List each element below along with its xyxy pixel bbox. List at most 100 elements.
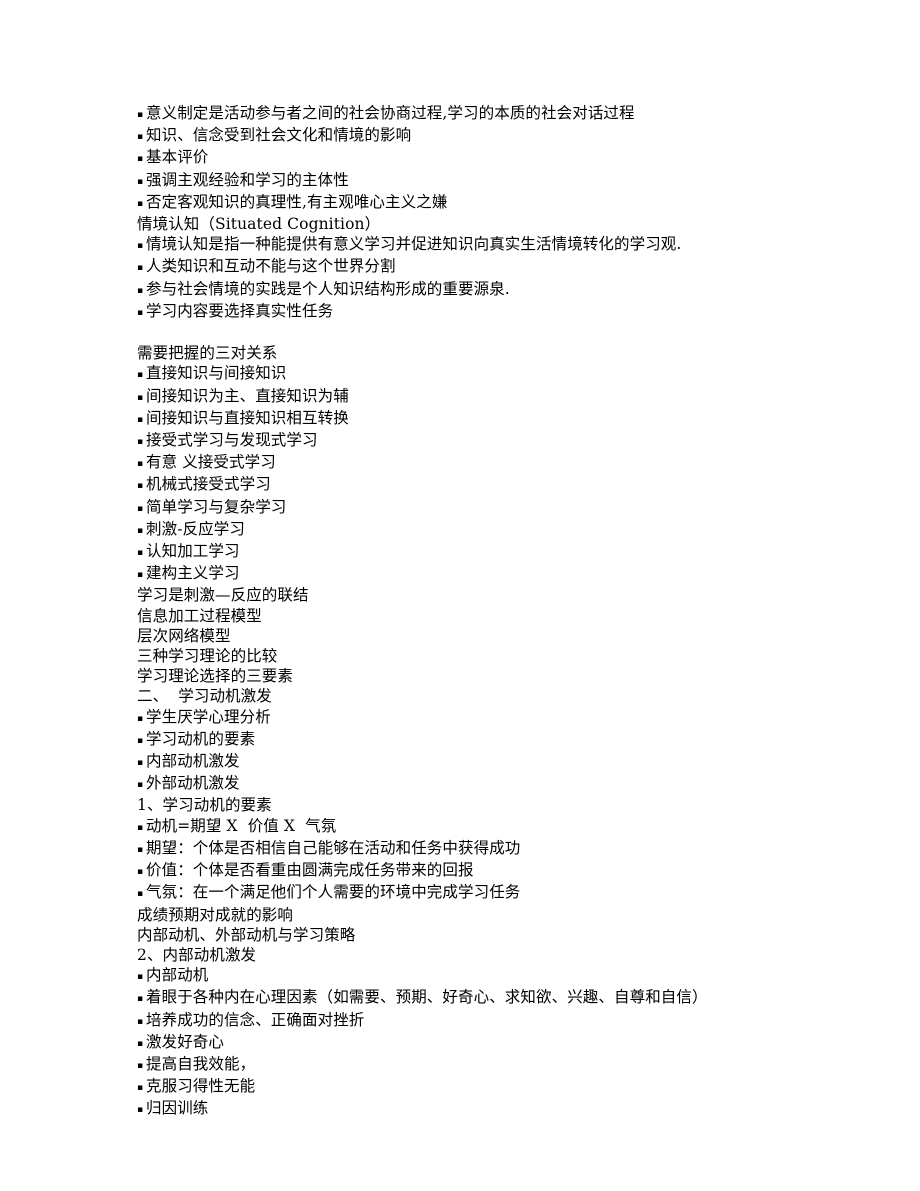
- bullet-marker-icon: ▪: [137, 198, 144, 209]
- line-text: 信息加工过程模型: [137, 606, 262, 625]
- bullet-marker-icon: ▪: [137, 132, 144, 143]
- line-text: 着眼于各种内在心理因素（如需要、预期、好奇心、求知欲、兴趣、自尊和自信）: [146, 988, 708, 1007]
- text-line: 三种学习理论的比较: [137, 646, 880, 666]
- bullet-line: ▪ 学习动机的要素: [137, 729, 880, 751]
- bullet-line: ▪ 归因训练: [137, 1098, 880, 1120]
- line-text: 意义制定是活动参与者之间的社会协商过程,学习的本质的社会对话过程: [146, 104, 635, 122]
- bullet-line: ▪ 情境认知是指一种能提供有意义学习并促进知识向真实生活情境转化的学习观.: [137, 234, 880, 256]
- line-text: 动机=期望 X 价值 X 气氛: [146, 816, 337, 835]
- bullet-marker-icon: ▪: [137, 110, 144, 120]
- bullet-line: ▪ 外部动机激发: [137, 773, 880, 795]
- bullet-line: ▪ 强调主观经验和学习的主体性: [137, 170, 880, 192]
- line-text: 提高自我效能，: [146, 1054, 256, 1073]
- text-line: 2、内部动机激发: [137, 945, 880, 965]
- line-text: 克服习得性无能: [146, 1077, 256, 1096]
- bullet-marker-icon: ▪: [137, 176, 144, 187]
- bullet-marker-icon: ▪: [137, 481, 144, 492]
- text-line: 1、学习动机的要素: [137, 795, 880, 815]
- bullet-line: ▪ 知识、信念受到社会文化和情境的影响: [137, 125, 880, 147]
- bullet-line: ▪ 提高自我效能，: [137, 1054, 880, 1076]
- line-text: 归因训练: [146, 1099, 209, 1118]
- bullet-marker-icon: ▪: [137, 1083, 144, 1094]
- bullet-line: ▪ 有意 义接受式学习: [137, 452, 880, 474]
- line-text: 否定客观知识的真理性,有主观唯心主义之嫌: [146, 192, 448, 211]
- bullet-line: ▪ 内部动机激发: [137, 751, 880, 773]
- bullet-line: ▪ 气氛：在一个满足他们个人需要的环境中完成学习任务: [137, 882, 880, 904]
- line-text: 机械式接受式学习: [146, 475, 271, 494]
- bullet-marker-icon: ▪: [137, 307, 144, 318]
- line-text: 人类知识和互动不能与这个世界分割: [146, 257, 396, 276]
- bullet-line: ▪ 否定客观知识的真理性,有主观唯心主义之嫌: [137, 192, 880, 214]
- bullet-line: ▪ 培养成功的信念、正确面对挫折: [137, 1010, 880, 1032]
- line-text: 价值：个体是否看重由圆满完成任务带来的回报: [146, 861, 474, 880]
- line-text: 三种学习理论的比较: [137, 647, 278, 666]
- bullet-marker-icon: ▪: [137, 994, 144, 1005]
- line-text: 1、学习动机的要素: [137, 796, 272, 815]
- text-line: 信息加工过程模型: [137, 606, 880, 626]
- bullet-marker-icon: ▪: [137, 867, 144, 878]
- bullet-line: ▪ 机械式接受式学习: [137, 474, 880, 496]
- bullet-marker-icon: ▪: [137, 844, 144, 855]
- bullet-marker-icon: ▪: [137, 525, 144, 536]
- bullet-line: ▪ 建构主义学习: [137, 563, 880, 585]
- line-text: 参与社会情境的实践是个人知识结构形成的重要源泉.: [146, 279, 510, 298]
- line-text: 基本评价: [146, 148, 209, 167]
- text-line: 层次网络模型: [137, 626, 880, 646]
- bullet-marker-icon: ▪: [137, 154, 144, 165]
- line-text: 外部动机激发: [146, 774, 240, 793]
- line-text: 层次网络模型: [137, 626, 231, 645]
- line-text: 学习动机的要素: [146, 729, 256, 748]
- bullet-marker-icon: ▪: [137, 735, 144, 746]
- bullet-line: ▪ 间接知识为主、直接知识为辅: [137, 386, 880, 408]
- line-text: 需要把握的三对关系: [137, 344, 278, 363]
- bullet-marker-icon: ▪: [137, 241, 144, 252]
- bullet-line: ▪ 简单学习与复杂学习: [137, 497, 880, 519]
- line-text: 学习理论选择的三要素: [137, 667, 294, 686]
- bullet-line: ▪ 直接知识与间接知识: [137, 363, 880, 385]
- bullet-marker-icon: ▪: [137, 459, 144, 470]
- text-line: 学习是刺激—反应的联结: [137, 585, 880, 605]
- line-text: 建构主义学习: [146, 564, 240, 583]
- line-text: 内部动机激发: [146, 752, 240, 771]
- bullet-line: ▪ 动机=期望 X 价值 X 气氛: [137, 816, 880, 838]
- bullet-line: ▪ 接受式学习与发现式学习: [137, 430, 880, 452]
- line-text: 认知加工学习: [146, 542, 240, 561]
- text-line: 情境认知（Situated Cognition）: [137, 214, 880, 234]
- bullet-marker-icon: ▪: [137, 570, 144, 581]
- line-text: 间接知识与直接知识相互转换: [146, 408, 349, 427]
- line-text: 学生厌学心理分析: [146, 707, 271, 726]
- bullet-line: ▪ 参与社会情境的实践是个人知识结构形成的重要源泉.: [137, 279, 880, 301]
- line-text: 直接知识与间接知识: [146, 364, 287, 383]
- bullet-marker-icon: ▪: [137, 392, 144, 403]
- bullet-line: ▪ 刺激-反应学习: [137, 519, 880, 541]
- bullet-line: ▪ 价值：个体是否看重由圆满完成任务带来的回报: [137, 860, 880, 882]
- text-line: 二、 学习动机激发: [137, 686, 880, 706]
- bullet-marker-icon: ▪: [137, 713, 144, 724]
- line-text: 成绩预期对成就的影响: [137, 905, 294, 924]
- line-text: 二、 学习动机激发: [137, 687, 272, 706]
- text-line: 成绩预期对成就的影响: [137, 905, 880, 925]
- bullet-marker-icon: ▪: [137, 414, 144, 425]
- line-text: 学习内容要选择真实性任务: [146, 301, 334, 320]
- bullet-marker-icon: ▪: [137, 263, 144, 274]
- line-text: 情境认知（Situated Cognition）: [137, 215, 381, 234]
- line-text: 2、内部动机激发: [137, 945, 257, 964]
- text-line: 学习理论选择的三要素: [137, 666, 880, 686]
- bullet-line: ▪ 期望：个体是否相信自己能够在活动和任务中获得成功: [137, 838, 880, 860]
- line-text: 气氛：在一个满足他们个人需要的环境中完成学习任务: [146, 883, 521, 902]
- line-text: 学习是刺激—反应的联结: [137, 586, 309, 605]
- line-text: 内部动机: [146, 966, 209, 985]
- bullet-marker-icon: ▪: [137, 758, 144, 769]
- bullet-marker-icon: ▪: [137, 780, 144, 791]
- bullet-marker-icon: ▪: [137, 1016, 144, 1027]
- bullet-line: ▪ 克服习得性无能: [137, 1076, 880, 1098]
- bullet-marker-icon: ▪: [137, 889, 144, 900]
- bullet-marker-icon: ▪: [137, 548, 144, 559]
- bullet-marker-icon: ▪: [137, 1060, 144, 1071]
- bullet-marker-icon: ▪: [137, 972, 144, 983]
- text-line: 需要把握的三对关系: [137, 343, 880, 363]
- bullet-line: ▪ 激发好奇心: [137, 1032, 880, 1054]
- bullet-line: ▪ 内部动机: [137, 965, 880, 987]
- bullet-marker-icon: ▪: [137, 503, 144, 514]
